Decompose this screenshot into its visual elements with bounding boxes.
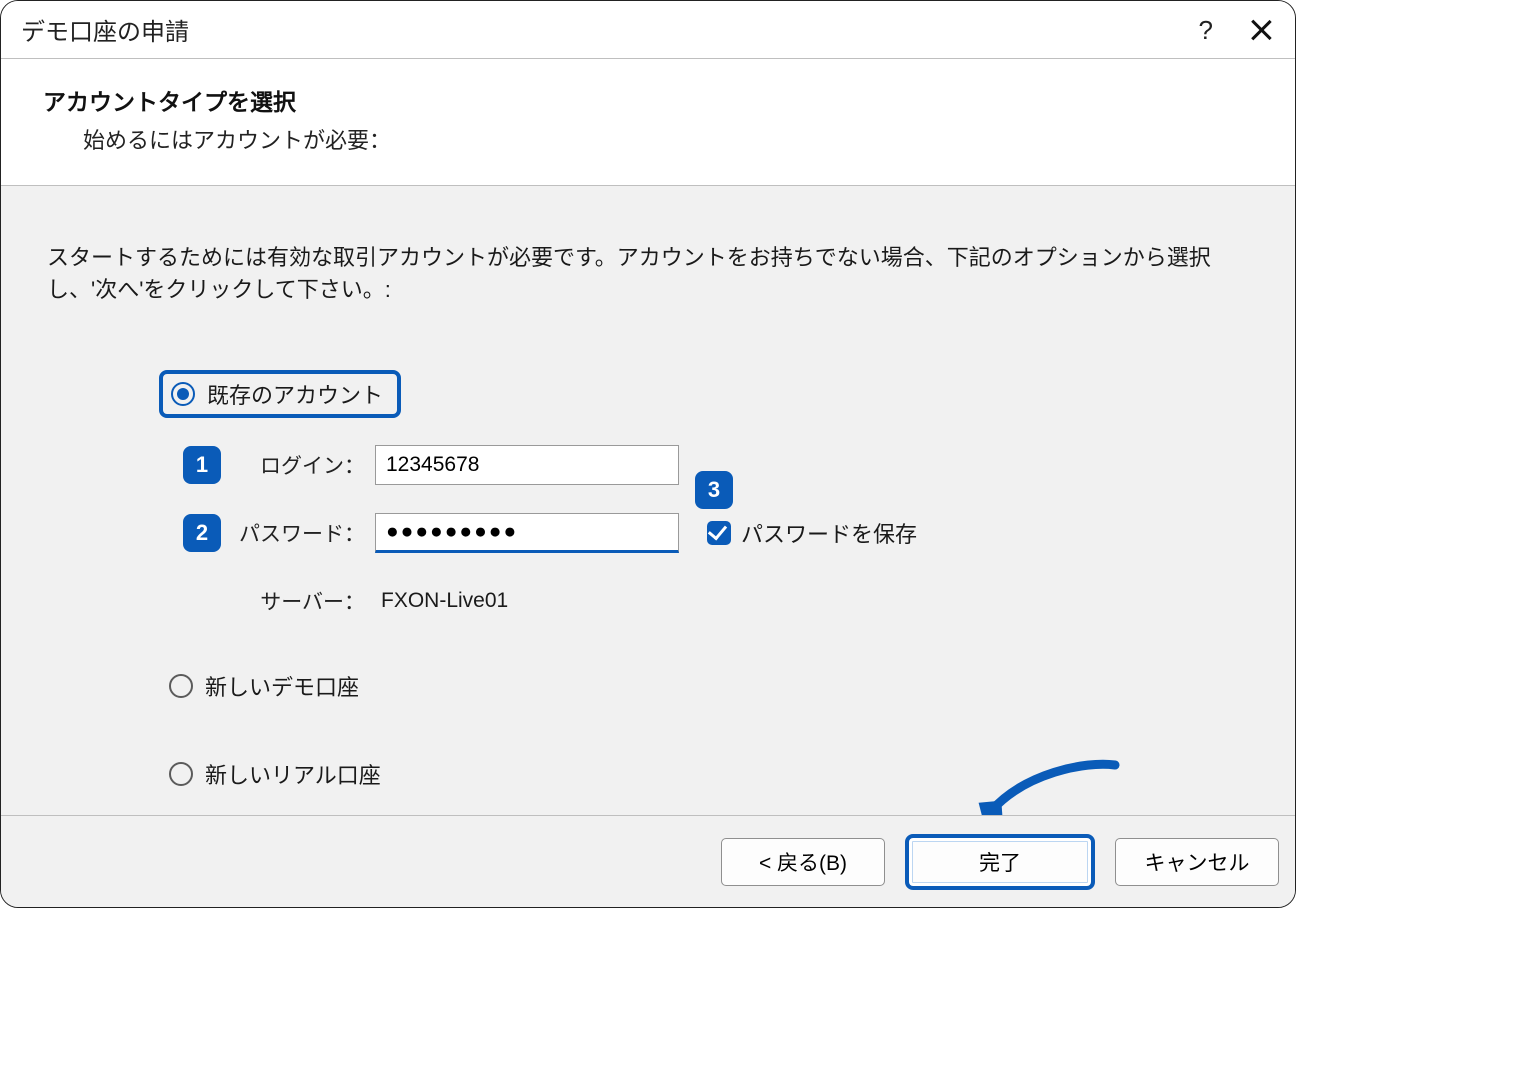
step-badge-3: 3 — [695, 471, 733, 509]
radio-new-real[interactable]: 新しいリアル口座 — [169, 754, 1249, 794]
body-section: スタートするためには有効な取引アカウントが必要です。アカウントをお持ちでない場合… — [1, 186, 1295, 818]
titlebar: デモ口座の申請 ? — [1, 1, 1295, 59]
radio-existing-account[interactable]: 既存のアカウント — [159, 370, 401, 418]
save-password-label: パスワードを保存 — [741, 517, 917, 549]
step-badge-1: 1 — [183, 446, 221, 484]
close-icon[interactable] — [1249, 18, 1273, 42]
options-group: 既存のアカウント 1 ログイン： 2 パスワード： 3 — [47, 370, 1249, 818]
back-button-label: < 戻る(B) — [759, 847, 847, 877]
password-input[interactable] — [375, 513, 679, 553]
save-password-checkbox[interactable] — [707, 521, 731, 545]
demo-account-dialog: デモ口座の申請 ? アカウントタイプを選択 始めるにはアカウントが必要： スター… — [0, 0, 1296, 908]
save-password-group: 3 パスワードを保存 — [707, 517, 917, 549]
server-label: サーバー： — [235, 586, 365, 616]
server-row: サーバー： FXON-Live01 — [183, 578, 1249, 624]
header-title: アカウントタイプを選択 — [43, 83, 1253, 117]
help-icon[interactable]: ? — [1199, 15, 1213, 46]
radio-new-demo-label: 新しいデモ口座 — [205, 670, 359, 702]
radio-dot-icon — [171, 382, 195, 406]
radio-circle-icon — [169, 762, 193, 786]
dialog-footer: < 戻る(B) 完了 キャンセル — [1, 815, 1295, 907]
finish-button[interactable]: 完了 — [905, 834, 1095, 890]
header-section: アカウントタイプを選択 始めるにはアカウントが必要： — [1, 59, 1295, 186]
radio-new-real-label: 新しいリアル口座 — [205, 758, 381, 790]
header-subtitle: 始めるにはアカウントが必要： — [83, 123, 1253, 155]
cancel-button-label: キャンセル — [1145, 847, 1250, 877]
back-button[interactable]: < 戻る(B) — [721, 838, 885, 886]
other-radios: 新しいデモ口座 新しいリアル口座 — [159, 666, 1249, 818]
instructions-text: スタートするためには有効な取引アカウントが必要です。アカウントをお持ちでない場合… — [47, 242, 1249, 306]
login-label: ログイン： — [235, 450, 365, 480]
step-badge-2: 2 — [183, 514, 221, 552]
dialog-title: デモ口座の申請 — [21, 12, 189, 47]
cancel-button[interactable]: キャンセル — [1115, 838, 1279, 886]
existing-account-form: 1 ログイン： 2 パスワード： 3 パスワードを保存 — [159, 442, 1249, 624]
finish-button-label: 完了 — [979, 847, 1021, 877]
radio-existing-label: 既存のアカウント — [207, 378, 383, 410]
radio-new-demo[interactable]: 新しいデモ口座 — [169, 666, 1249, 706]
login-input[interactable] — [375, 445, 679, 485]
password-row: 2 パスワード： 3 パスワードを保存 — [183, 510, 1249, 556]
password-label: パスワード： — [235, 518, 365, 548]
server-value: FXON-Live01 — [375, 589, 508, 613]
radio-circle-icon — [169, 674, 193, 698]
